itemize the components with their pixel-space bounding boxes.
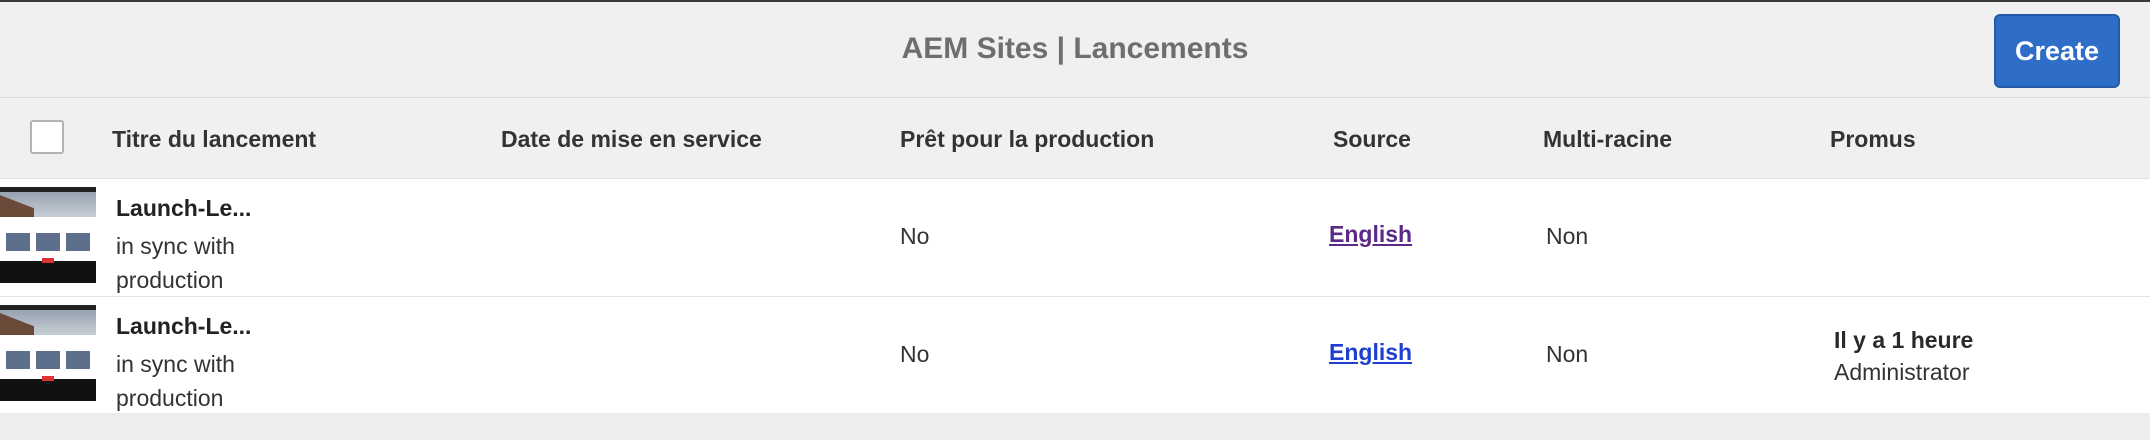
table-header: Titre du lancement Date de mise en servi… — [0, 98, 2150, 178]
source-link[interactable]: English — [1329, 221, 1412, 248]
column-header-multi-root[interactable]: Multi-racine — [1543, 126, 1672, 153]
select-all-checkbox[interactable] — [30, 120, 64, 154]
create-button[interactable]: Create — [1994, 14, 2120, 88]
launch-status: in sync with production — [116, 233, 235, 293]
promoted-time: Il y a 1 heure — [1834, 327, 1974, 353]
launch-thumbnail[interactable] — [0, 305, 96, 401]
launch-title[interactable]: Launch-Le... — [116, 195, 251, 222]
column-header-production-ready[interactable]: Prêt pour la production — [900, 126, 1154, 153]
column-header-title[interactable]: Titre du lancement — [112, 126, 316, 153]
production-ready-value: No — [900, 223, 930, 249]
launch-title[interactable]: Launch-Le... — [116, 313, 251, 340]
table-row[interactable]: Launch-Le... in sync with production No … — [0, 296, 2150, 414]
page-header: AEM Sites | Lancements Create — [0, 0, 2150, 98]
page-title: AEM Sites | Lancements — [901, 32, 1249, 65]
launch-thumbnail[interactable] — [0, 187, 96, 283]
promoted-by: Administrator — [1834, 359, 1970, 385]
source-link[interactable]: English — [1329, 339, 1412, 366]
launch-list: Launch-Le... in sync with production No … — [0, 178, 2150, 413]
launch-status: in sync with production — [116, 351, 235, 411]
production-ready-value: No — [900, 341, 930, 367]
column-header-source[interactable]: Source — [1333, 126, 1411, 153]
multi-root-value: Non — [1546, 341, 1589, 367]
column-header-live-date[interactable]: Date de mise en service — [501, 126, 762, 153]
multi-root-value: Non — [1546, 223, 1589, 249]
column-header-promoted[interactable]: Promus — [1830, 126, 1916, 153]
table-row[interactable]: Launch-Le... in sync with production No … — [0, 179, 2150, 296]
